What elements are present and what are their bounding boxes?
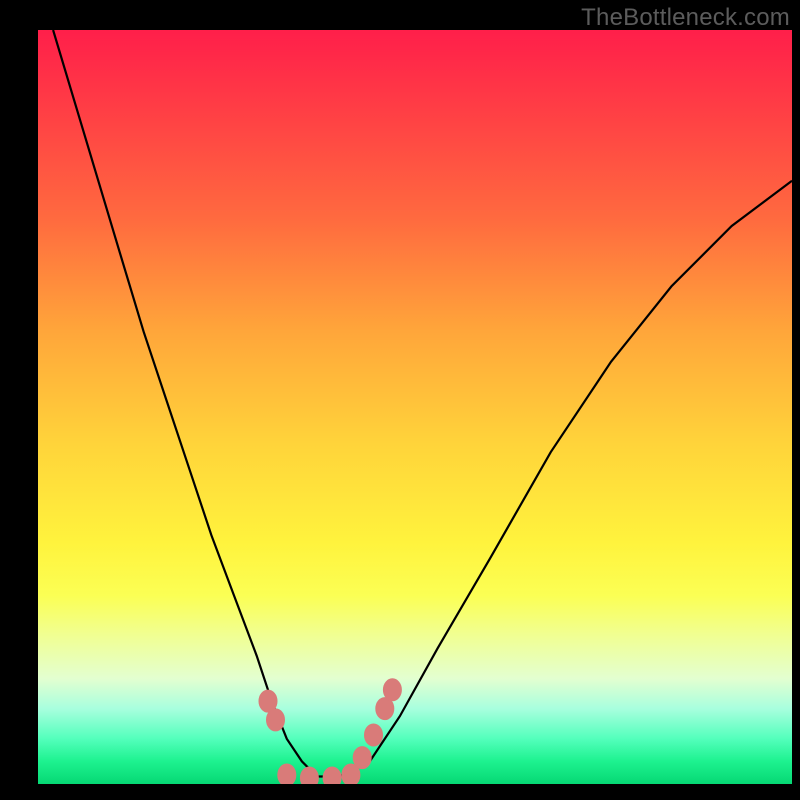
watermark-text: TheBottleneck.com (581, 4, 790, 32)
marker-base-3 (323, 767, 341, 784)
bottleneck-curve (53, 30, 792, 777)
marker-right-4 (383, 679, 401, 701)
chart-svg (38, 30, 792, 784)
plot-area (38, 30, 792, 784)
marker-right-1 (353, 747, 371, 769)
marker-base-2 (300, 767, 318, 784)
marker-right-2 (365, 724, 383, 746)
chart-container: TheBottleneck.com (0, 0, 800, 800)
marker-left-lower (267, 709, 285, 731)
marker-group (259, 679, 401, 784)
marker-base-1 (278, 764, 296, 784)
